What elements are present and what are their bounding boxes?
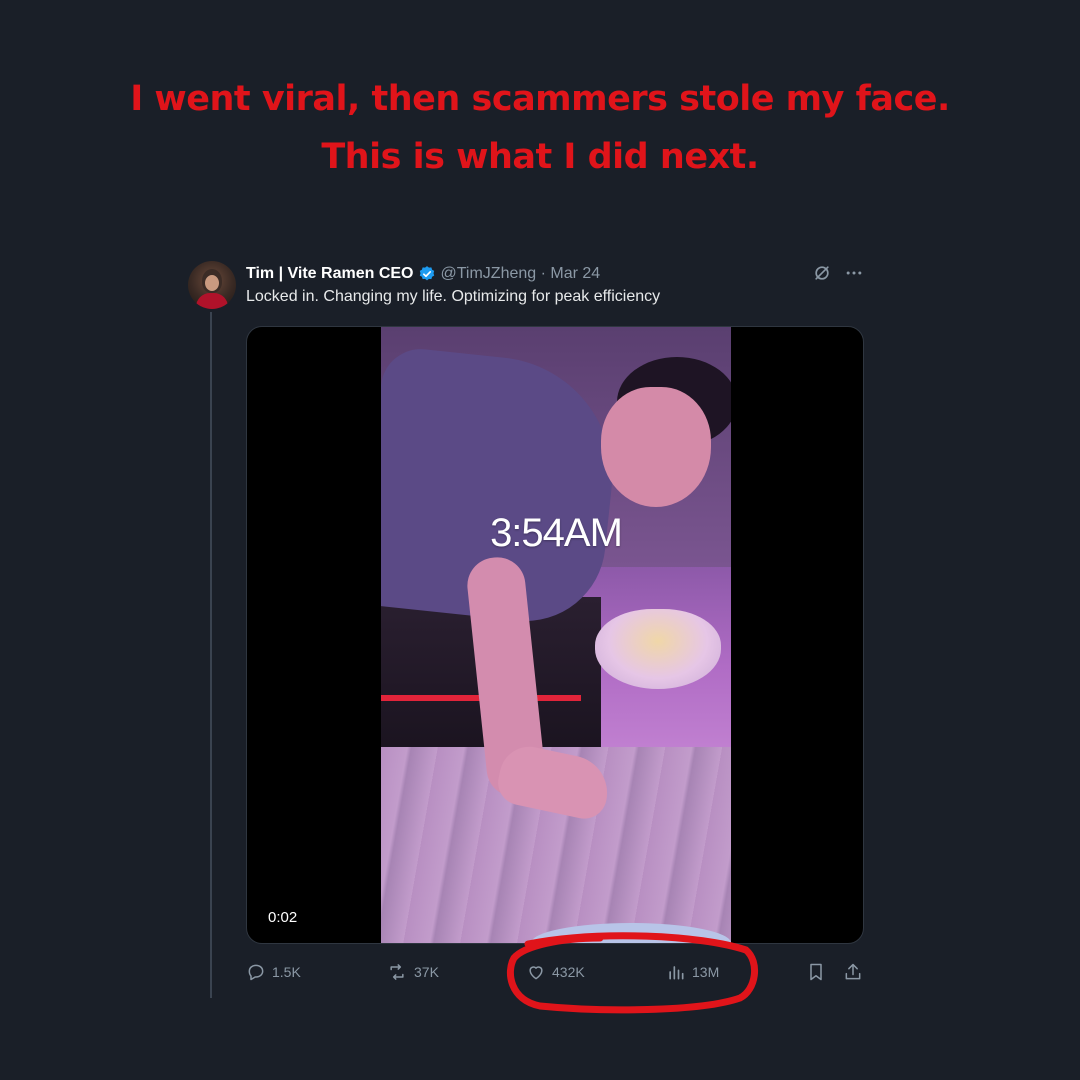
headline: I went viral, then scammers stole my fac… bbox=[0, 70, 1080, 186]
reply-count: 1.5K bbox=[272, 964, 301, 980]
reply-button[interactable]: 1.5K bbox=[246, 960, 301, 984]
share-button[interactable] bbox=[842, 960, 864, 984]
share-icon bbox=[842, 962, 864, 982]
verified-badge-icon bbox=[418, 265, 436, 283]
video-overlay-text: 3:54AM bbox=[490, 511, 623, 555]
video-frame: 3:54AM bbox=[381, 327, 731, 943]
avatar[interactable] bbox=[188, 261, 236, 309]
reply-icon bbox=[246, 962, 266, 982]
headline-line-1: I went viral, then scammers stole my fac… bbox=[130, 79, 950, 119]
grok-icon[interactable] bbox=[812, 263, 832, 283]
bookmark-button[interactable] bbox=[806, 960, 826, 984]
bookmark-icon bbox=[806, 962, 826, 982]
handle-and-date[interactable]: @TimJZheng · Mar 24 bbox=[441, 265, 601, 283]
tweet-text: Locked in. Changing my life. Optimizing … bbox=[246, 288, 661, 305]
views-button[interactable]: 13M bbox=[666, 960, 719, 984]
tweet-header: Tim | Vite Ramen CEO @TimJZheng · Mar 24 bbox=[246, 263, 600, 285]
video-duration: 0:02 bbox=[268, 909, 298, 926]
repost-count: 37K bbox=[414, 964, 439, 980]
tweet-top-actions bbox=[812, 262, 864, 284]
more-icon[interactable] bbox=[844, 263, 864, 283]
author-name[interactable]: Tim | Vite Ramen CEO bbox=[246, 265, 414, 283]
like-count: 432K bbox=[552, 964, 585, 980]
like-button[interactable]: 432K bbox=[526, 960, 585, 984]
thread-line bbox=[210, 312, 212, 998]
views-icon bbox=[666, 962, 686, 982]
heart-icon bbox=[526, 962, 546, 982]
headline-line-2: This is what I did next. bbox=[321, 137, 759, 177]
repost-icon bbox=[386, 962, 408, 982]
view-count: 13M bbox=[692, 964, 720, 980]
repost-button[interactable]: 37K bbox=[386, 960, 439, 984]
video-player[interactable]: 3:54AM bbox=[246, 326, 864, 944]
